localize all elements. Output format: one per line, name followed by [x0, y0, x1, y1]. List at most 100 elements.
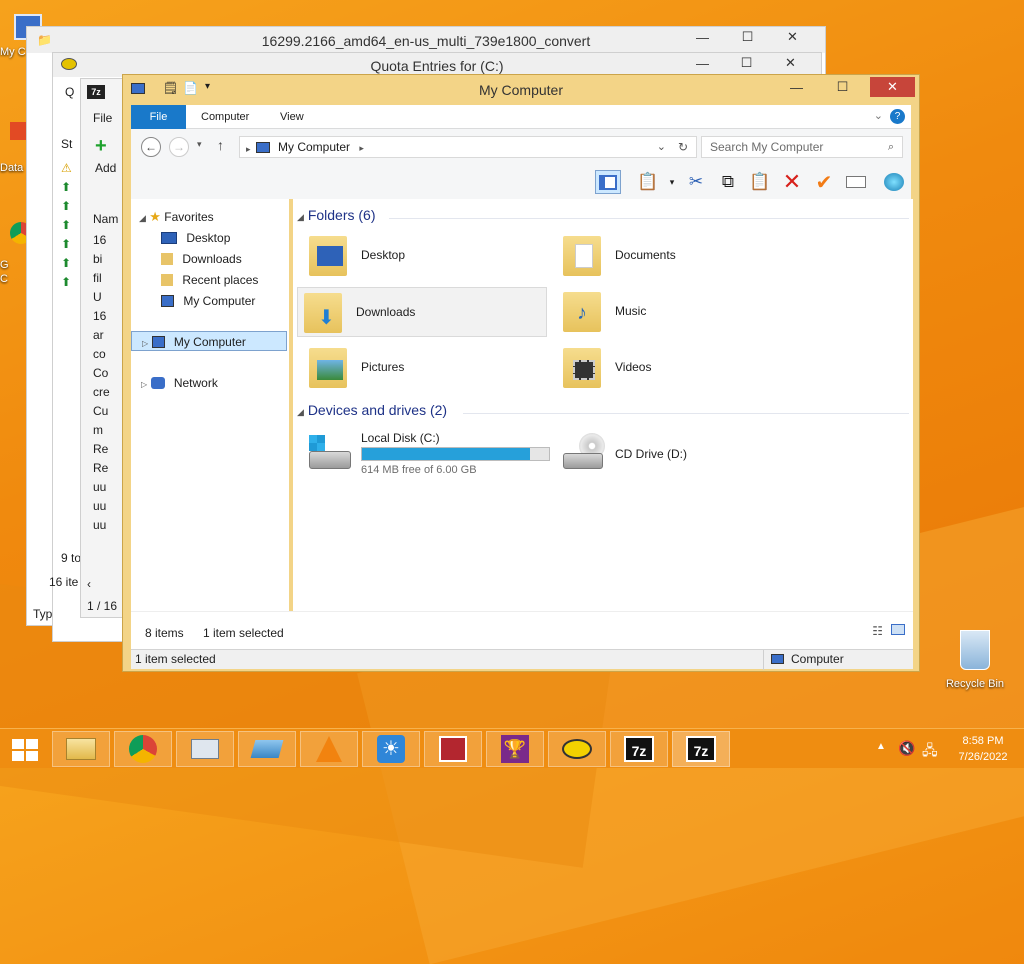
refresh-icon[interactable]: ↻ — [678, 137, 688, 157]
close-button[interactable]: ✕ — [770, 27, 815, 47]
taskbar-vlc[interactable] — [300, 731, 358, 767]
nav-favorites[interactable]: ◢ ★ Favorites — [139, 207, 214, 227]
expand-ribbon-icon[interactable]: ⌄ — [874, 109, 883, 122]
tab-file[interactable]: File — [131, 105, 186, 129]
list-item[interactable]: Co — [93, 364, 110, 383]
speaker-muted-icon[interactable]: 🔇 — [898, 740, 915, 780]
back-button[interactable]: ← — [141, 137, 161, 157]
group-header-folders[interactable]: ◢ Folders (6) — [297, 207, 376, 223]
check-button[interactable]: ✔ — [811, 170, 837, 194]
show-hidden-icons[interactable]: ▲ — [876, 741, 886, 781]
explorer-window[interactable]: 🗒 📄 ▾ My Computer — ☐ ✕ File Computer Vi… — [122, 74, 920, 672]
rename-button[interactable] — [843, 170, 869, 194]
group-header-devices[interactable]: ◢ Devices and drives (2) — [297, 402, 447, 418]
preview-pane-button[interactable] — [595, 170, 621, 194]
taskbar-7zip-2[interactable]: 7z — [672, 731, 730, 767]
folder-pictures[interactable]: Pictures — [303, 343, 553, 393]
desktop-icon-recycle-bin[interactable]: Recycle Bin — [940, 630, 1010, 690]
chevron-down-icon[interactable]: ⌄ — [657, 137, 666, 157]
title-bar[interactable]: 📁 16299.2166_amd64_en-us_multi_739e1800_… — [27, 27, 825, 53]
cut-button[interactable]: ✂ — [683, 170, 709, 194]
tab-computer[interactable]: Computer — [189, 105, 261, 129]
disk-usage-fill — [362, 448, 531, 460]
large-icons-view-icon[interactable] — [891, 624, 905, 635]
taskbar-file-explorer[interactable] — [52, 731, 110, 767]
list-item[interactable]: fil — [93, 269, 110, 288]
maximize-button[interactable]: ☐ — [820, 77, 865, 97]
help-icon[interactable]: ? — [890, 109, 905, 124]
search-input[interactable]: Search My Computer ⌕ — [701, 136, 903, 158]
properties-dropdown[interactable]: ▾ — [659, 170, 685, 194]
list-item[interactable]: Cu — [93, 402, 110, 421]
list-item[interactable]: Re — [93, 440, 110, 459]
folder-documents[interactable]: Documents — [557, 231, 807, 281]
list-item[interactable]: ar — [93, 326, 110, 345]
list-item[interactable]: 16 — [93, 231, 110, 250]
taskbar-pacman[interactable] — [548, 731, 606, 767]
desktop-icon-data[interactable]: Data — [0, 122, 28, 174]
forward-button[interactable]: → — [169, 137, 189, 157]
list-item[interactable]: Re — [93, 459, 110, 478]
network-icon[interactable]: 🖧 — [922, 740, 938, 780]
nav-my-computer[interactable]: ▷ My Computer — [131, 331, 287, 351]
taskbar-7zip[interactable]: 7z — [610, 731, 668, 767]
shell-button[interactable] — [881, 170, 907, 194]
list-item[interactable]: uu — [93, 516, 110, 535]
taskbar-system-monitor[interactable] — [176, 731, 234, 767]
minimize-button[interactable]: — — [774, 77, 819, 97]
close-button[interactable]: ✕ — [870, 77, 915, 97]
paste-button[interactable]: 📋 — [747, 170, 773, 194]
taskbar-brightness[interactable]: ☀ — [362, 731, 420, 767]
address-bar[interactable]: ▸ My Computer ▸ ⌄ ↻ — [239, 136, 697, 158]
add-button[interactable]: Add — [95, 161, 116, 175]
title-bar[interactable]: 🗒 📄 ▾ My Computer — ☐ ✕ — [123, 75, 919, 105]
column-header-status[interactable]: St — [61, 137, 72, 151]
nav-network[interactable]: ▷ Network — [141, 373, 218, 393]
copy-button[interactable]: ⧉ — [715, 170, 741, 194]
taskbar-chrome[interactable] — [114, 731, 172, 767]
delete-button[interactable]: ✕ — [779, 169, 805, 194]
folder-downloads[interactable]: ⬇ Downloads — [297, 287, 547, 337]
list-item[interactable]: uu — [93, 478, 110, 497]
chevron-right-icon[interactable]: ▸ — [359, 143, 364, 153]
menu-file[interactable]: File — [93, 111, 112, 125]
drive-body — [563, 453, 603, 469]
minimize-button[interactable]: — — [680, 27, 725, 47]
search-icon[interactable]: ⌕ — [888, 137, 894, 157]
column-header-name[interactable]: Nam — [93, 212, 118, 226]
maximize-button[interactable]: ☐ — [724, 53, 769, 73]
nav-desktop[interactable]: Desktop — [161, 228, 230, 248]
folder-desktop[interactable]: Desktop — [303, 231, 553, 281]
maximize-button[interactable]: ☐ — [725, 27, 770, 47]
start-button[interactable] — [12, 739, 38, 761]
taskbar-news[interactable] — [424, 731, 482, 767]
nav-downloads[interactable]: Downloads — [161, 249, 242, 269]
up-button[interactable]: ↑ — [217, 137, 224, 153]
address-location[interactable]: My Computer — [278, 140, 350, 154]
taskbar-trophy[interactable]: 🏆 — [486, 731, 544, 767]
list-item[interactable]: uu — [93, 497, 110, 516]
close-button[interactable]: ✕ — [768, 53, 813, 73]
taskbar-drive[interactable] — [238, 731, 296, 767]
desktop-icon-chrome[interactable]: G C — [0, 222, 32, 286]
nav-recent-places[interactable]: Recent places — [161, 270, 258, 290]
properties-button[interactable]: 📋 — [635, 170, 661, 194]
drive-cd-d[interactable]: CD Drive (D:) — [557, 427, 807, 477]
list-item[interactable]: m — [93, 421, 110, 440]
tab-view[interactable]: View — [268, 105, 316, 129]
drive-local-disk-c[interactable]: Local Disk (C:) 614 MB free of 6.00 GB — [303, 427, 553, 477]
folder-music[interactable]: ♪ Music — [557, 287, 807, 337]
recent-locations-icon[interactable]: ▾ — [197, 139, 202, 150]
details-view-icon[interactable]: ☷ — [872, 624, 883, 638]
minimize-button[interactable]: — — [680, 53, 725, 73]
clock[interactable]: 8:58 PM 7/26/2022 — [950, 733, 1016, 773]
nav-my-computer-favorite[interactable]: My Computer — [161, 291, 255, 311]
list-item[interactable]: co — [93, 345, 110, 364]
tab-fragment[interactable]: Q — [65, 85, 74, 99]
folder-videos[interactable]: Videos — [557, 343, 807, 393]
list-item[interactable]: cre — [93, 383, 110, 402]
scroll-left-button[interactable]: ‹ — [87, 577, 91, 591]
list-item[interactable]: 16 — [93, 307, 110, 326]
list-item[interactable]: U — [93, 288, 110, 307]
list-item[interactable]: bi — [93, 250, 110, 269]
